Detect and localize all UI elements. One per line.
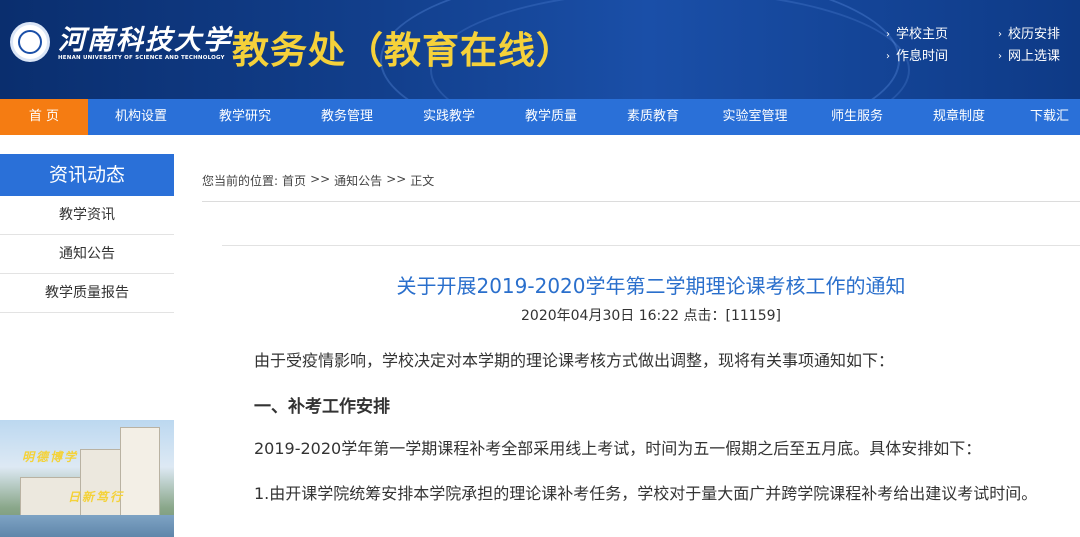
quick-link-label: 网上选课 [1008, 49, 1061, 64]
sidebar-item-notices[interactable]: 通知公告 [0, 235, 174, 274]
nav-item-academic-affairs[interactable]: 教务管理 [296, 99, 398, 135]
quick-links-left: › 学校主页 › 作息时间 [886, 24, 948, 68]
nav-item-organization[interactable]: 机构设置 [88, 99, 194, 135]
nav-item-regulations[interactable]: 规章制度 [908, 99, 1010, 135]
quick-link-calendar[interactable]: › 校历安排 [998, 24, 1060, 46]
breadcrumb-home[interactable]: 首页 [282, 172, 306, 189]
article-meta: 2020年04月30日 16:22 点击：[11159] [521, 308, 781, 324]
chevron-right-icon: › [998, 51, 1002, 62]
chevron-right-icon: › [886, 29, 890, 40]
nav-item-quality-education[interactable]: 素质教育 [602, 99, 704, 135]
article-paragraph: 1.由开课学院统筹安排本学院承担的理论课补考任务，学校对于量大面广并跨学院课程补… [254, 484, 1038, 503]
nav-item-services[interactable]: 师生服务 [806, 99, 908, 135]
main-nav: 首 页 机构设置 教学研究 教务管理 实践教学 教学质量 素质教育 实验室管理 … [0, 99, 1080, 160]
quick-link-label: 校历安排 [1008, 27, 1061, 42]
nav-item-teaching-research[interactable]: 教学研究 [194, 99, 296, 135]
divider [202, 201, 1080, 202]
breadcrumb-current: 正文 [410, 174, 435, 188]
campus-banner-image: 明德博学 日新笃行 [0, 420, 174, 537]
university-name: 河南科技大学 [58, 25, 232, 56]
sidebar-item-quality-report[interactable]: 教学质量报告 [0, 274, 174, 313]
nav-item-home[interactable]: 首 页 [0, 99, 88, 135]
sidebar-heading: 资讯动态 [0, 154, 174, 196]
nav-item-downloads[interactable]: 下载汇总 [1010, 99, 1080, 160]
quick-link-label: 作息时间 [896, 49, 949, 64]
divider [222, 245, 1080, 246]
quick-link-school-home[interactable]: › 学校主页 [886, 24, 948, 46]
breadcrumb: 您当前的位置: 首页 >> 通知公告 >> 正文 [202, 172, 434, 189]
nav-item-practice-teaching[interactable]: 实践教学 [398, 99, 500, 135]
site-title: 教务处（教育在线） [232, 29, 574, 72]
nav-item-lab-management[interactable]: 实验室管理 [704, 99, 806, 135]
site-header: 河南科技大学 HENAN UNIVERSITY OF SCIENCE AND T… [0, 0, 1080, 99]
quick-link-label: 学校主页 [896, 27, 949, 42]
university-name-en: HENAN UNIVERSITY OF SCIENCE AND TECHNOLO… [58, 55, 225, 61]
sidebar-item-teaching-news[interactable]: 教学资讯 [0, 196, 174, 235]
chevron-right-icon: › [998, 29, 1002, 40]
nav-item-teaching-quality[interactable]: 教学质量 [500, 99, 602, 135]
breadcrumb-category[interactable]: 通知公告 [334, 172, 382, 189]
breadcrumb-prefix: 您当前的位置: [202, 174, 279, 188]
article-paragraph: 2019-2020学年第一学期课程补考全部采用线上考试，时间为五一假期之后至五月… [254, 439, 982, 458]
banner-motto-2: 日新笃行 [68, 490, 125, 504]
breadcrumb-separator: >> [310, 172, 331, 186]
quick-link-schedule[interactable]: › 作息时间 [886, 46, 948, 68]
university-logo[interactable] [10, 22, 50, 62]
sidebar: 资讯动态 教学资讯 通知公告 教学质量报告 [0, 154, 174, 313]
quick-link-online-course[interactable]: › 网上选课 [998, 46, 1060, 68]
article-paragraph: 由于受疫情影响，学校决定对本学期的理论课考核方式做出调整，现将有关事项通知如下： [254, 351, 895, 370]
section-heading: 一、补考工作安排 [254, 397, 390, 417]
breadcrumb-separator: >> [386, 172, 407, 186]
article-title: 关于开展2019-2020学年第二学期理论课考核工作的通知 [396, 274, 906, 298]
quick-links-right: › 校历安排 › 网上选课 [998, 24, 1060, 68]
banner-motto-1: 明德博学 [22, 450, 79, 464]
chevron-right-icon: › [886, 51, 890, 62]
